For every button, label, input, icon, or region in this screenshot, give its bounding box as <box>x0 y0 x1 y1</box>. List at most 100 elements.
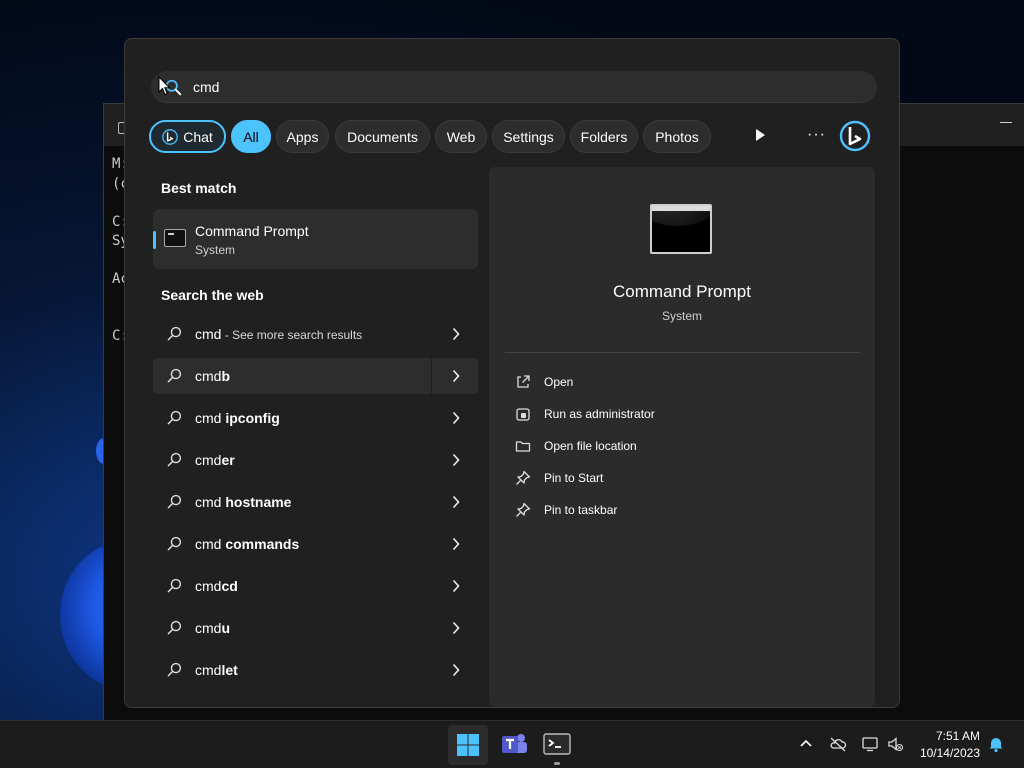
query-suggestion: er <box>221 452 235 468</box>
filter-documents[interactable]: Documents <box>335 120 430 153</box>
start-button[interactable] <box>448 725 488 765</box>
action-label: Run as administrator <box>544 407 655 421</box>
divider <box>431 358 432 394</box>
detail-title: Command Prompt <box>613 282 751 301</box>
selection-indicator <box>153 231 156 249</box>
filter-folders[interactable]: Folders <box>570 120 638 153</box>
chevron-right-icon[interactable] <box>452 537 460 551</box>
pin-icon <box>516 470 531 485</box>
open-file-location-action[interactable]: Open file location <box>515 436 815 458</box>
web-result-item[interactable]: cmd ipconfig <box>153 400 478 436</box>
pin-to-start-action[interactable]: Pin to Start <box>515 468 815 490</box>
filter-web[interactable]: Web <box>435 120 487 153</box>
speaker-muted-icon[interactable] <box>886 735 904 753</box>
query-prefix: cmd <box>195 326 222 342</box>
web-result-item[interactable]: cmdu <box>153 610 478 646</box>
chevron-right-icon[interactable] <box>452 327 460 341</box>
cloud-off-icon[interactable] <box>829 735 847 753</box>
chat-chip[interactable]: Chat <box>149 120 226 153</box>
web-result-label: cmdu <box>195 620 230 636</box>
mouse-cursor-icon <box>158 76 171 96</box>
chip-label: Chat <box>183 128 213 145</box>
web-result-item[interactable]: cmder <box>153 442 478 478</box>
best-match-subtitle: System <box>195 243 236 257</box>
web-result-item[interactable]: cmd commands <box>153 526 478 562</box>
best-match-title: Command Prompt <box>195 223 309 239</box>
filter-apps[interactable]: Apps <box>276 120 329 153</box>
chevron-right-icon[interactable] <box>452 663 460 677</box>
chevron-up-icon[interactable] <box>797 735 815 753</box>
filter-photos[interactable]: Photos <box>643 120 711 153</box>
teams-icon[interactable] <box>499 729 529 759</box>
chevron-right-icon[interactable] <box>452 621 460 635</box>
divider <box>505 352 860 353</box>
query-prefix: cmd <box>195 620 222 636</box>
taskbar: 7:51 AM 10/14/2023 <box>0 720 1024 768</box>
web-result-item[interactable]: cmdcd <box>153 568 478 604</box>
search-web-heading: Search the web <box>161 287 264 303</box>
search-icon <box>167 536 182 551</box>
open-external-icon <box>517 375 530 388</box>
search-icon <box>167 368 182 383</box>
query-prefix: cmd <box>195 452 222 468</box>
query-suggestion: u <box>221 620 231 636</box>
web-result-label: cmd commands <box>195 536 299 552</box>
web-result-label: cmd hostname <box>195 494 291 510</box>
action-label: Open file location <box>544 439 637 453</box>
windows-logo-icon <box>457 734 479 756</box>
query-prefix: cmd <box>195 368 222 384</box>
chevron-right-icon[interactable] <box>452 369 460 383</box>
open-action[interactable]: Open <box>515 372 815 394</box>
web-result-item[interactable]: cmdb <box>153 358 478 394</box>
query-prefix: cmd <box>195 410 226 426</box>
web-result-label: cmder <box>195 452 235 468</box>
query-suggestion: cd <box>221 578 238 594</box>
clock-time[interactable]: 7:51 AM <box>918 729 980 743</box>
bing-icon[interactable] <box>839 120 871 152</box>
action-label: Pin to Start <box>544 471 604 485</box>
terminal-taskbar-icon[interactable] <box>542 729 572 759</box>
filter-settings[interactable]: Settings <box>492 120 565 153</box>
search-flyout: cmd Chat All Apps Documents Web Settings… <box>124 38 900 708</box>
more-icon[interactable]: ··· <box>807 126 826 144</box>
shield-icon <box>516 408 530 421</box>
pin-icon <box>516 502 531 517</box>
filter-all[interactable]: All <box>231 120 271 153</box>
query-suggestion: b <box>221 368 231 384</box>
query-suggestion: hostname <box>225 494 292 510</box>
command-prompt-icon <box>164 229 186 247</box>
search-input[interactable]: cmd <box>193 79 219 95</box>
search-icon <box>167 494 182 509</box>
play-icon[interactable] <box>756 129 765 141</box>
running-indicator <box>554 762 560 765</box>
folder-icon <box>515 441 531 452</box>
network-icon[interactable] <box>861 735 879 753</box>
minimize-icon[interactable] <box>1000 122 1012 123</box>
query-suggestion: ipconfig <box>225 410 280 426</box>
clock-date[interactable]: 10/14/2023 <box>912 746 980 760</box>
best-match-item[interactable]: Command Prompt System <box>153 209 478 269</box>
web-result-label: cmdcd <box>195 578 238 594</box>
search-icon <box>167 452 182 467</box>
web-result-item[interactable]: cmdlet <box>153 652 478 688</box>
web-result-label: cmd - See more search results <box>195 326 362 342</box>
chevron-right-icon[interactable] <box>452 453 460 467</box>
result-hint: - See more search results <box>221 328 363 342</box>
web-result-item[interactable]: cmd - See more search results <box>153 316 478 352</box>
chevron-right-icon[interactable] <box>452 411 460 425</box>
command-prompt-icon <box>650 204 712 254</box>
query-prefix: cmd <box>195 662 222 678</box>
chevron-right-icon[interactable] <box>452 579 460 593</box>
best-match-heading: Best match <box>161 180 237 196</box>
pin-to-taskbar-action[interactable]: Pin to taskbar <box>515 500 815 522</box>
web-result-label: cmdlet <box>195 662 238 678</box>
chevron-right-icon[interactable] <box>452 495 460 509</box>
web-result-item[interactable]: cmd hostname <box>153 484 478 520</box>
notification-bell-icon[interactable] <box>987 735 1005 753</box>
query-suggestion: commands <box>225 536 300 552</box>
run-as-admin-action[interactable]: Run as administrator <box>515 404 815 426</box>
search-box[interactable]: cmd <box>151 71 877 103</box>
query-prefix: cmd <box>195 536 226 552</box>
query-suggestion: let <box>221 662 238 678</box>
search-icon <box>167 620 182 635</box>
